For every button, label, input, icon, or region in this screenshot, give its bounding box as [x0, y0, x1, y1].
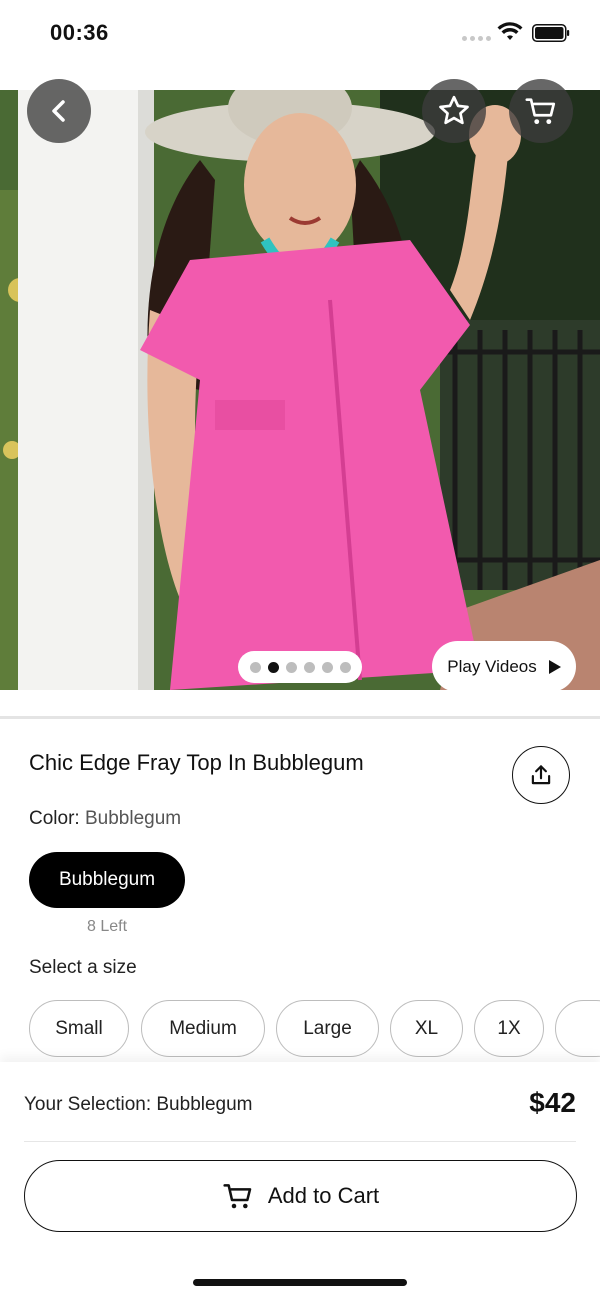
size-options: Small Medium Large XL 1X [0, 1000, 600, 1058]
image-carousel-indicator[interactable] [238, 651, 362, 683]
home-indicator[interactable] [193, 1279, 407, 1286]
share-icon [531, 765, 551, 785]
add-to-cart-label: Add to Cart [267, 1183, 380, 1208]
stock-left-label: 8 Left [86, 918, 128, 935]
size-option-partial[interactable] [555, 1000, 600, 1057]
size-option-label: Medium [169, 1017, 237, 1039]
color-row: Color: Bubblegum [29, 808, 181, 830]
star-icon [439, 95, 469, 125]
size-prompt: Select a size [29, 957, 137, 978]
cart-button[interactable] [509, 79, 573, 143]
color-option-bubblegum[interactable]: Bubblegum [29, 852, 185, 908]
size-option-label: 1X [497, 1017, 521, 1039]
play-icon [548, 659, 561, 674]
cellular-signal-icon [462, 36, 491, 41]
product-title: Chic Edge Fray Top In Bubblegum [29, 750, 364, 775]
carousel-dot-active[interactable] [267, 661, 279, 673]
play-videos-label: Play Videos [447, 656, 537, 676]
size-option-label: Large [303, 1017, 352, 1039]
carousel-dot[interactable] [249, 661, 261, 673]
status-time: 00:36 [50, 20, 109, 45]
divider [0, 716, 600, 719]
carousel-dot[interactable] [303, 661, 315, 673]
back-button[interactable] [27, 79, 91, 143]
price: $42 [529, 1087, 576, 1118]
favorite-button[interactable] [422, 79, 486, 143]
play-videos-button[interactable]: Play Videos [432, 641, 576, 692]
chevron-left-icon [52, 100, 65, 122]
divider [24, 1141, 576, 1142]
size-option-small[interactable]: Small [29, 1000, 129, 1057]
size-option-1x[interactable]: 1X [474, 1000, 544, 1057]
carousel-dot[interactable] [321, 661, 333, 673]
wifi-icon [497, 22, 523, 40]
battery-icon [532, 24, 570, 42]
size-option-medium[interactable]: Medium [141, 1000, 265, 1057]
size-option-label: Small [55, 1017, 103, 1039]
size-option-large[interactable]: Large [276, 1000, 379, 1057]
size-option-label: XL [414, 1017, 439, 1039]
color-label: Color: [29, 808, 80, 829]
product-photo-illustration [0, 90, 600, 690]
size-option-xl[interactable]: XL [390, 1000, 463, 1057]
status-bar: 00:36 [0, 0, 600, 70]
selection-summary: Your Selection: Bubblegum [24, 1094, 253, 1115]
product-image[interactable] [0, 90, 600, 690]
color-value: Bubblegum [84, 808, 182, 829]
color-option-label: Bubblegum [58, 869, 156, 890]
share-button[interactable] [512, 746, 570, 804]
carousel-dot[interactable] [339, 661, 351, 673]
carousel-dot[interactable] [285, 661, 297, 673]
cart-icon [223, 1184, 252, 1209]
cart-icon [525, 98, 556, 125]
add-to-cart-button[interactable]: Add to Cart [24, 1160, 577, 1232]
